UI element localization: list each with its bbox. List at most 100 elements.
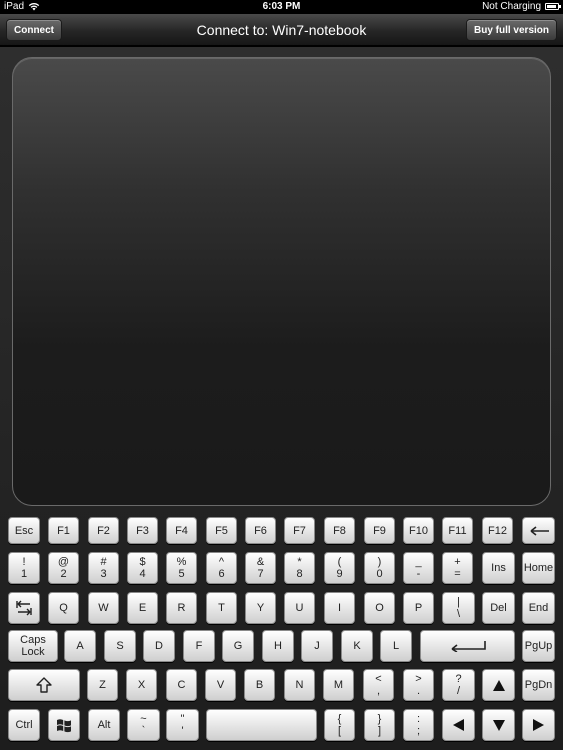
key-label: Esc	[14, 524, 34, 537]
key-label: ;	[416, 725, 421, 737]
main-area: Esc F1 F2 F3 F4 F5 F6 F7 F8 F9 F10 F11 F12! 1 @2 #3 $4% 5…	[0, 47, 563, 750]
status-right: Not Charging	[482, 1, 561, 12]
tab-key[interactable]	[8, 592, 40, 624]
key-f7[interactable]: F7	[284, 517, 315, 544]
key-close-bracket[interactable]: }]	[364, 709, 395, 741]
key-f12[interactable]: F12	[482, 517, 513, 544]
key-equals[interactable]: + =	[442, 552, 473, 584]
arrow-right-key[interactable]	[522, 709, 555, 741]
key-period[interactable]: >.	[403, 669, 434, 701]
tab-arrows-icon	[15, 599, 33, 617]
key-g[interactable]: G	[222, 630, 254, 662]
key-r[interactable]: R	[166, 592, 197, 624]
key-label: A	[76, 640, 84, 652]
key-open-bracket[interactable]: {[	[324, 709, 355, 741]
key-c[interactable]: C	[166, 669, 197, 701]
key-w[interactable]: W	[88, 592, 119, 624]
arrow-left-key[interactable]	[442, 709, 475, 741]
key-end[interactable]: End	[522, 592, 555, 624]
key-f8[interactable]: F8	[324, 517, 355, 544]
key-u[interactable]: U	[284, 592, 315, 624]
key-label: Home	[523, 562, 554, 574]
key-f5[interactable]: F5	[206, 517, 237, 544]
key-f4[interactable]: F4	[166, 517, 197, 544]
key-9[interactable]: (9	[324, 552, 355, 584]
key-slash[interactable]: ? /	[442, 669, 475, 701]
key-label: )	[377, 556, 382, 568]
key-e[interactable]: E	[127, 592, 158, 624]
key-3[interactable]: #3	[88, 552, 119, 584]
key-2[interactable]: @2	[48, 552, 79, 584]
key-q[interactable]: Q	[48, 592, 79, 624]
key-label: >	[415, 673, 422, 685]
key-k[interactable]: K	[341, 630, 373, 662]
key-f[interactable]: F	[183, 630, 215, 662]
key-i[interactable]: I	[324, 592, 355, 624]
arrow-up-key[interactable]	[482, 669, 515, 701]
key-l[interactable]: L	[380, 630, 412, 662]
key-label: 7	[257, 568, 264, 580]
key-z[interactable]: Z	[87, 669, 118, 701]
key-s[interactable]: S	[104, 630, 136, 662]
key-f6[interactable]: F6	[245, 517, 276, 544]
enter-key[interactable]	[420, 630, 515, 662]
key-8[interactable]: * 8	[284, 552, 315, 584]
key-label: 6	[218, 568, 225, 580]
key-f9[interactable]: F9	[364, 517, 395, 544]
key-6[interactable]: ^ 6	[206, 552, 237, 584]
key-del[interactable]: Del	[482, 592, 515, 624]
key-t[interactable]: T	[206, 592, 237, 624]
key-y[interactable]: Y	[245, 592, 276, 624]
key-f2[interactable]: F2	[88, 517, 119, 544]
key-1[interactable]: ! 1	[8, 552, 40, 584]
key-o[interactable]: O	[364, 592, 395, 624]
key-backslash[interactable]: | \	[442, 592, 475, 624]
key-f11[interactable]: F11	[442, 517, 473, 544]
key-d[interactable]: D	[143, 630, 175, 662]
key-a[interactable]: A	[64, 630, 96, 662]
key-home[interactable]: Home	[522, 552, 555, 584]
key-p[interactable]: P	[403, 592, 434, 624]
key-b[interactable]: B	[244, 669, 275, 701]
buy-full-version-button[interactable]: Buy full version	[465, 19, 557, 41]
key-pgup[interactable]: PgUp	[522, 630, 555, 662]
key-alt[interactable]: Alt	[88, 709, 120, 741]
key-ctrl[interactable]: Ctrl	[8, 709, 40, 741]
key-0[interactable]: ) 0	[364, 552, 395, 584]
key-label: S	[116, 640, 124, 652]
key-h[interactable]: H	[262, 630, 294, 662]
key-n[interactable]: N	[284, 669, 315, 701]
key-caps-lock[interactable]: Caps Lock	[8, 630, 58, 662]
key-j[interactable]: J	[301, 630, 333, 662]
key-f3[interactable]: F3	[127, 517, 158, 544]
backspace-key[interactable]	[522, 517, 555, 544]
key-label: D	[155, 640, 163, 652]
key-m[interactable]: M	[323, 669, 354, 701]
key-label: "	[180, 713, 185, 725]
windows-key[interactable]	[48, 709, 80, 741]
key-v[interactable]: V	[205, 669, 236, 701]
key-label: O	[375, 602, 384, 614]
key-f1[interactable]: F1	[48, 517, 79, 544]
key-quote[interactable]: " '	[166, 709, 199, 741]
key-label: I	[337, 602, 342, 614]
key-pgdn[interactable]: PgDn	[522, 669, 555, 701]
key-x[interactable]: X	[126, 669, 157, 701]
key-label: \	[456, 608, 461, 620]
key-label: 0	[376, 568, 383, 580]
key-esc[interactable]: Esc	[8, 517, 40, 544]
key-4[interactable]: $4	[127, 552, 158, 584]
key-backtick[interactable]: ~ `	[127, 709, 160, 741]
key-comma[interactable]: <,	[363, 669, 394, 701]
key-5[interactable]: % 5	[166, 552, 197, 584]
key-minus[interactable]: _ -	[403, 552, 434, 584]
key-7[interactable]: & 7	[245, 552, 276, 584]
key-label: <	[375, 673, 382, 685]
arrow-down-key[interactable]	[482, 709, 515, 741]
key-f10[interactable]: F10	[403, 517, 434, 544]
touchpad[interactable]	[12, 57, 551, 506]
shift-key[interactable]	[8, 669, 80, 701]
space-key[interactable]	[206, 709, 317, 741]
key-ins[interactable]: Ins	[482, 552, 515, 584]
key-semicolon[interactable]: :;	[403, 709, 434, 741]
